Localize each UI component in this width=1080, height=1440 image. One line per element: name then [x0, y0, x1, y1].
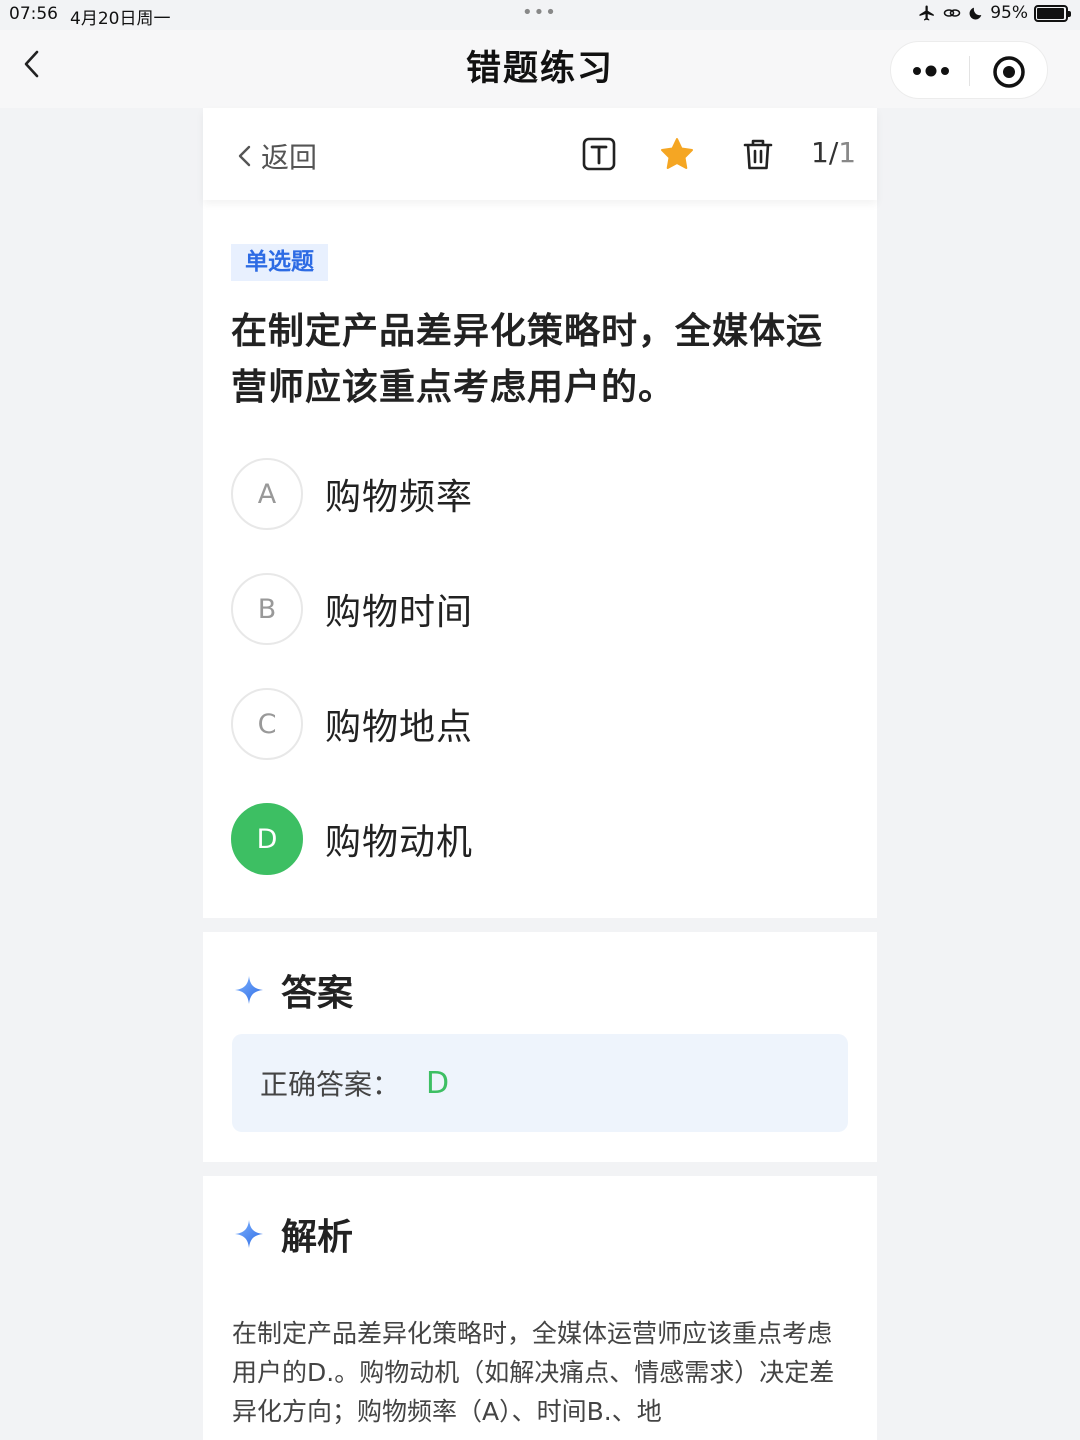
- answer-title: 答案: [281, 973, 354, 1014]
- sparkle-icon: [235, 976, 263, 1004]
- star-icon[interactable]: [659, 136, 695, 172]
- mini-program-capsule: [890, 41, 1048, 99]
- option-d[interactable]: D 购物动机: [231, 803, 831, 875]
- analysis-title: 解析: [281, 1217, 354, 1258]
- battery-icon: [1034, 4, 1071, 22]
- chevron-left-icon: [238, 145, 251, 167]
- status-right: 95%: [918, 3, 1071, 23]
- trash-icon[interactable]: [740, 136, 776, 172]
- status-date: 4月20日周一: [70, 9, 171, 29]
- option-letter: B: [231, 573, 303, 645]
- text-size-icon[interactable]: [581, 136, 617, 172]
- answer-card: 答案 正确答案： D: [203, 932, 877, 1162]
- capsule-divider: [969, 56, 970, 86]
- option-letter: A: [231, 458, 303, 530]
- question-card: 单选题 在制定产品差异化策略时，全媒体运营师应该重点考虑用户的。 A 购物频率 …: [203, 200, 877, 918]
- correct-answer-box: 正确答案： D: [232, 1034, 848, 1132]
- multitask-dots[interactable]: •••: [522, 2, 557, 23]
- option-text: 购物地点: [325, 707, 474, 748]
- analysis-card: 解析 在制定产品差异化策略时，全媒体运营师应该重点考虑用户的D.。购物动机（如解…: [203, 1176, 877, 1440]
- status-bar: 07:56 4月20日周一 ••• 95%: [0, 0, 1080, 30]
- back-label: 返回: [261, 141, 318, 174]
- close-target-icon[interactable]: [991, 54, 1027, 90]
- correct-answer-value: D: [426, 1065, 450, 1101]
- option-b[interactable]: B 购物时间: [231, 573, 831, 645]
- link-icon: [943, 9, 961, 17]
- option-text: 购物时间: [325, 592, 474, 633]
- option-letter: D: [231, 803, 303, 875]
- page-indicator: 1/1: [811, 136, 856, 169]
- analysis-text: 在制定产品差异化策略时，全媒体运营师应该重点考虑用户的D.。购物动机（如解决痛点…: [232, 1319, 835, 1426]
- option-text: 购物动机: [325, 822, 474, 863]
- question-toolbar: 返回 1/1: [203, 108, 877, 200]
- airplane-icon: [919, 5, 934, 21]
- option-a[interactable]: A 购物频率: [231, 458, 831, 530]
- page-current: 1/: [811, 136, 839, 169]
- page-total: 1: [838, 136, 857, 169]
- nav-bar: 错题练习: [0, 30, 1080, 108]
- back-button[interactable]: 返回: [235, 136, 317, 176]
- question-type-badge: 单选题: [231, 244, 328, 281]
- moon-icon: [969, 7, 982, 20]
- correct-answer-label: 正确答案：: [260, 1068, 401, 1101]
- option-c[interactable]: C 购物地点: [231, 688, 831, 760]
- option-text: 购物频率: [325, 477, 474, 518]
- answer-header: 答案: [233, 964, 353, 1016]
- more-icon[interactable]: [909, 56, 953, 86]
- option-letter: C: [231, 688, 303, 760]
- analysis-header: 解析: [233, 1208, 353, 1260]
- sparkle-icon: [235, 1220, 263, 1248]
- question-text: 在制定产品差异化策略时，全媒体运营师应该重点考虑用户的。: [231, 311, 824, 408]
- battery-percent: 95%: [990, 3, 1028, 23]
- status-time: 07:56: [9, 4, 58, 24]
